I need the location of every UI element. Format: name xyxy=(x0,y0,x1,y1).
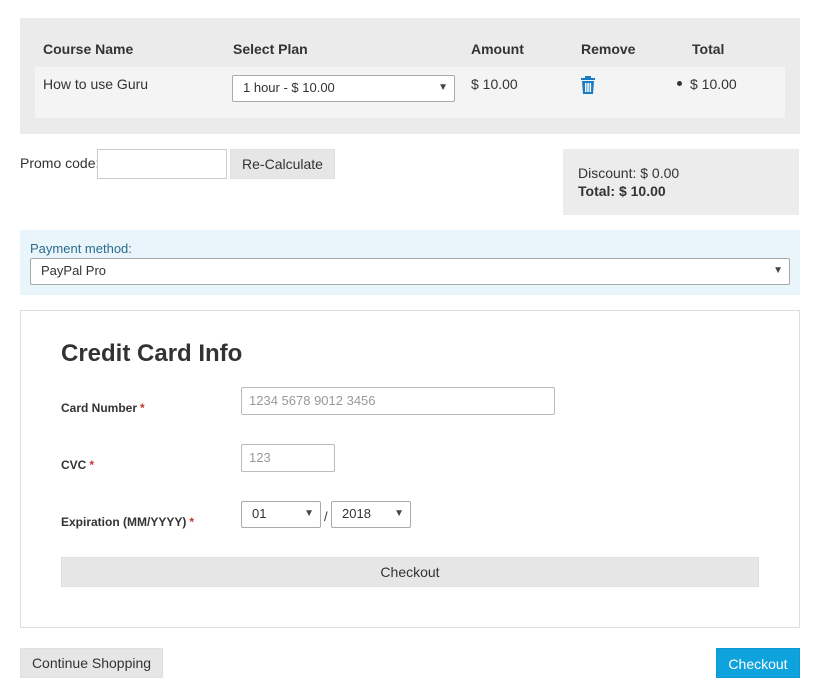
expiration-label-text: Expiration (MM/YYYY) xyxy=(61,515,187,529)
credit-card-form: Credit Card Info Card Number * 1234 5678 … xyxy=(20,310,800,628)
bullet-icon xyxy=(677,80,682,86)
plan-select[interactable]: 1 hour - $ 10.00 ▼ xyxy=(232,75,455,102)
cvc-label-text: CVC xyxy=(61,458,87,472)
expiration-label: Expiration (MM/YYYY) * xyxy=(61,515,194,529)
payment-method-value: PayPal Pro xyxy=(41,263,107,278)
promo-code-label: Promo code: xyxy=(20,155,100,171)
card-number-input[interactable]: 1234 5678 9012 3456 xyxy=(241,387,555,415)
card-checkout-button[interactable]: Checkout xyxy=(61,557,759,587)
total-value: $ 10.00 xyxy=(690,76,737,92)
cvc-input[interactable]: 123 xyxy=(241,444,335,472)
exp-month-value: 01 xyxy=(252,506,267,521)
discount-text: Discount: $ 0.00 xyxy=(578,165,680,181)
cart-table: Course Name Select Plan Amount Remove To… xyxy=(20,18,800,134)
payment-method-section: Payment method: PayPal Pro ▼ xyxy=(20,230,800,295)
payment-method-label: Payment method: xyxy=(30,241,132,256)
chevron-down-icon: ▼ xyxy=(394,508,404,519)
table-row: How to use Guru 1 hour - $ 10.00 ▼ $ 10.… xyxy=(35,67,785,118)
plan-select-value: 1 hour - $ 10.00 xyxy=(243,80,335,95)
summary-total-text: Total: $ 10.00 xyxy=(578,183,666,199)
required-mark: * xyxy=(89,458,95,472)
chevron-down-icon: ▼ xyxy=(304,508,314,519)
continue-shopping-button[interactable]: Continue Shopping xyxy=(20,648,163,678)
exp-month-select[interactable]: 01 ▼ xyxy=(241,501,321,528)
exp-year-value: 2018 xyxy=(342,506,371,521)
order-summary: Discount: $ 0.00 Total: $ 10.00 xyxy=(563,149,799,215)
exp-separator: / xyxy=(324,509,328,524)
promo-code-input[interactable] xyxy=(97,149,227,179)
total-cell: $ 10.00 xyxy=(677,76,737,92)
amount-cell: $ 10.00 xyxy=(471,76,518,92)
cvc-label: CVC * xyxy=(61,458,94,472)
card-number-label-text: Card Number xyxy=(61,401,138,415)
header-amount: Amount xyxy=(471,41,524,57)
recalculate-button[interactable]: Re-Calculate xyxy=(230,149,335,179)
payment-method-select[interactable]: PayPal Pro ▼ xyxy=(30,258,790,285)
exp-year-select[interactable]: 2018 ▼ xyxy=(331,501,411,528)
required-mark: * xyxy=(189,515,195,529)
trash-icon[interactable] xyxy=(580,76,598,94)
header-total: Total xyxy=(692,41,725,57)
header-select-plan: Select Plan xyxy=(233,41,308,57)
card-number-label: Card Number * xyxy=(61,401,145,415)
required-mark: * xyxy=(140,401,145,415)
checkout-button[interactable]: Checkout xyxy=(716,648,800,678)
header-course-name: Course Name xyxy=(43,41,134,57)
course-name-cell: How to use Guru xyxy=(43,76,149,92)
credit-card-title: Credit Card Info xyxy=(61,340,243,367)
chevron-down-icon: ▼ xyxy=(773,265,783,276)
chevron-down-icon: ▼ xyxy=(438,82,448,93)
header-remove: Remove xyxy=(581,41,636,57)
